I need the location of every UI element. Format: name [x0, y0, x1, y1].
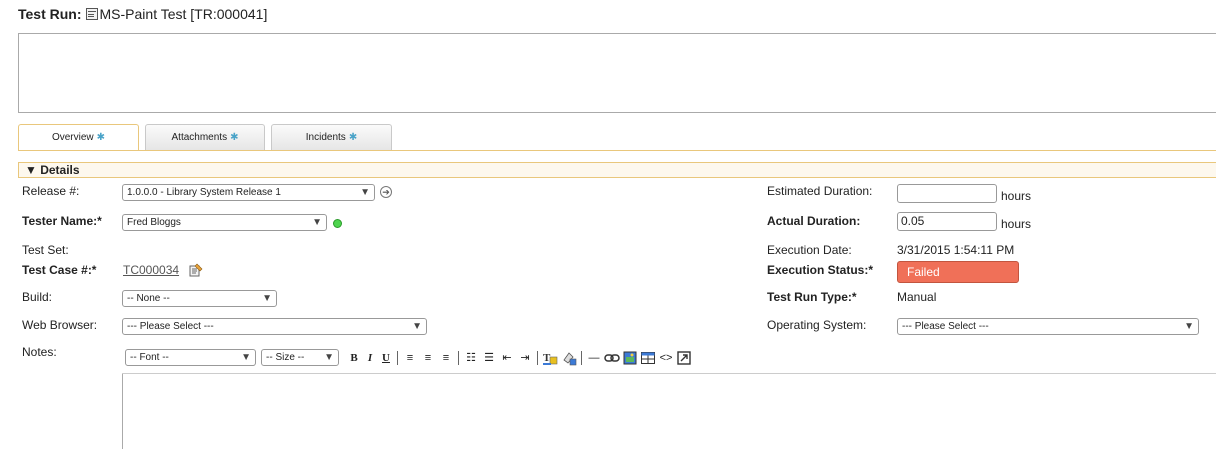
build-select-value: -- None -- — [127, 293, 170, 304]
link-icon[interactable] — [604, 350, 620, 366]
bullet-list-icon[interactable]: ☰ — [481, 350, 497, 366]
tab-attachments-star-icon: ✱ — [230, 132, 239, 143]
align-center-icon[interactable]: ≡ — [420, 350, 436, 366]
text-color-icon[interactable]: T — [542, 350, 558, 366]
size-select-value: -- Size -- — [266, 352, 305, 363]
execution-date-label: Execution Date: — [767, 243, 852, 257]
test-set-label: Test Set: — [22, 243, 69, 257]
go-to-release-icon[interactable]: ➔ — [380, 186, 392, 198]
highlight-color-icon[interactable] — [561, 350, 577, 366]
chevron-down-icon: ▼ — [412, 321, 422, 332]
test-case-label: Test Case #:* — [22, 263, 97, 277]
font-select[interactable]: -- Font -- ▼ — [125, 349, 256, 366]
test-run-name[interactable]: MS-Paint Test [TR:000041] — [100, 6, 268, 22]
tab-incidents-star-icon: ✱ — [348, 132, 358, 143]
tab-incidents[interactable]: Incidents ✱ — [271, 124, 392, 150]
align-left-icon[interactable]: ≡ — [402, 350, 418, 366]
estimated-duration-unit: hours — [1001, 189, 1032, 203]
execution-status-badge: Failed — [897, 261, 1019, 283]
fullscreen-glyph — [677, 351, 691, 365]
test-run-type-label: Test Run Type:* — [767, 290, 857, 304]
image-glyph — [623, 351, 637, 365]
chevron-down-icon: ▼ — [324, 352, 334, 363]
details-section-toggle[interactable]: ▼ Details — [18, 162, 1216, 178]
text-color-glyph: T — [543, 352, 558, 365]
build-label: Build: — [22, 290, 53, 304]
operating-system-select[interactable]: --- Please Select --- ▼ — [897, 318, 1199, 335]
release-select-value: 1.0.0.0 - Library System Release 1 — [127, 187, 281, 198]
execution-date-value: 3/31/2015 1:54:11 PM — [897, 243, 1015, 257]
tab-overview[interactable]: Overview ✱ — [18, 124, 139, 151]
actual-duration-unit: hours — [1001, 217, 1032, 231]
ordered-list-icon[interactable]: ☷ — [463, 350, 479, 366]
operating-system-select-value: --- Please Select --- — [902, 321, 989, 332]
table-glyph — [641, 352, 655, 364]
toolbar-separator — [537, 351, 538, 365]
tester-name-value: Fred Bloggs — [127, 217, 181, 228]
page-title-label: Test Run: — [18, 6, 82, 22]
chevron-down-icon: ▼ — [360, 187, 370, 198]
image-icon[interactable] — [622, 350, 638, 366]
italic-button[interactable]: I — [363, 350, 377, 366]
chevron-down-icon: ▼ — [312, 217, 322, 228]
tab-overview-star-icon: ✱ — [96, 132, 106, 143]
toolbar-separator — [581, 351, 582, 365]
source-code-icon[interactable]: <> — [658, 350, 674, 366]
notes-label: Notes: — [22, 345, 57, 359]
estimated-duration-label: Estimated Duration: — [767, 184, 873, 198]
tab-incidents-label: Incidents — [305, 132, 346, 143]
release-select[interactable]: 1.0.0.0 - Library System Release 1 ▼ — [122, 184, 375, 201]
web-browser-select[interactable]: --- Please Select --- ▼ — [122, 318, 427, 335]
fullscreen-icon[interactable] — [676, 350, 692, 366]
font-select-value: -- Font -- — [130, 352, 169, 363]
toolbar-divider — [122, 373, 1216, 374]
tester-name-label: Tester Name:* — [22, 214, 102, 228]
chevron-down-icon: ▼ — [262, 293, 272, 304]
estimated-duration-input[interactable] — [897, 184, 997, 203]
align-right-icon[interactable]: ≡ — [438, 350, 454, 366]
tester-name-select[interactable]: Fred Bloggs ▼ — [122, 214, 327, 231]
outdent-icon[interactable]: ⇤ — [499, 350, 515, 366]
tab-attachments[interactable]: Attachments ✱ — [145, 124, 265, 150]
chevron-down-icon: ▼ — [1184, 321, 1194, 332]
build-select[interactable]: -- None -- ▼ — [122, 290, 277, 307]
underline-button[interactable]: U — [379, 350, 393, 366]
test-case-link[interactable]: TC000034 — [123, 263, 179, 277]
link-glyph — [604, 354, 620, 362]
toolbar-separator — [397, 351, 398, 365]
operating-system-label: Operating System: — [767, 318, 867, 332]
test-run-icon — [85, 8, 98, 20]
execution-status-label: Execution Status:* — [767, 263, 874, 277]
actual-duration-label: Actual Duration: — [767, 214, 861, 228]
indent-icon[interactable]: ⇥ — [517, 350, 533, 366]
tabs-divider — [18, 150, 1216, 151]
horizontal-rule-icon[interactable]: — — [586, 350, 602, 366]
release-label: Release #: — [22, 184, 80, 198]
table-icon[interactable] — [640, 350, 656, 366]
highlight-color-glyph — [563, 352, 577, 366]
actual-duration-input[interactable]: 0.05 — [897, 212, 997, 231]
web-browser-select-value: --- Please Select --- — [127, 321, 214, 332]
tab-attachments-label: Attachments — [171, 132, 228, 143]
test-run-type-value: Manual — [897, 290, 937, 304]
test-case-link-text: TC000034 — [123, 263, 180, 277]
chevron-down-icon: ▼ — [241, 352, 251, 363]
toolbar-separator — [458, 351, 459, 365]
tab-overview-label: Overview — [51, 132, 94, 143]
bold-button[interactable]: B — [347, 350, 361, 366]
size-select[interactable]: -- Size -- ▼ — [261, 349, 339, 366]
description-editor[interactable] — [18, 33, 1216, 113]
online-status-icon — [333, 219, 342, 228]
test-case-icon[interactable] — [189, 263, 203, 277]
web-browser-label: Web Browser: — [22, 318, 98, 332]
page-title: Test Run: MS-Paint Test [TR:000041] — [18, 6, 267, 22]
